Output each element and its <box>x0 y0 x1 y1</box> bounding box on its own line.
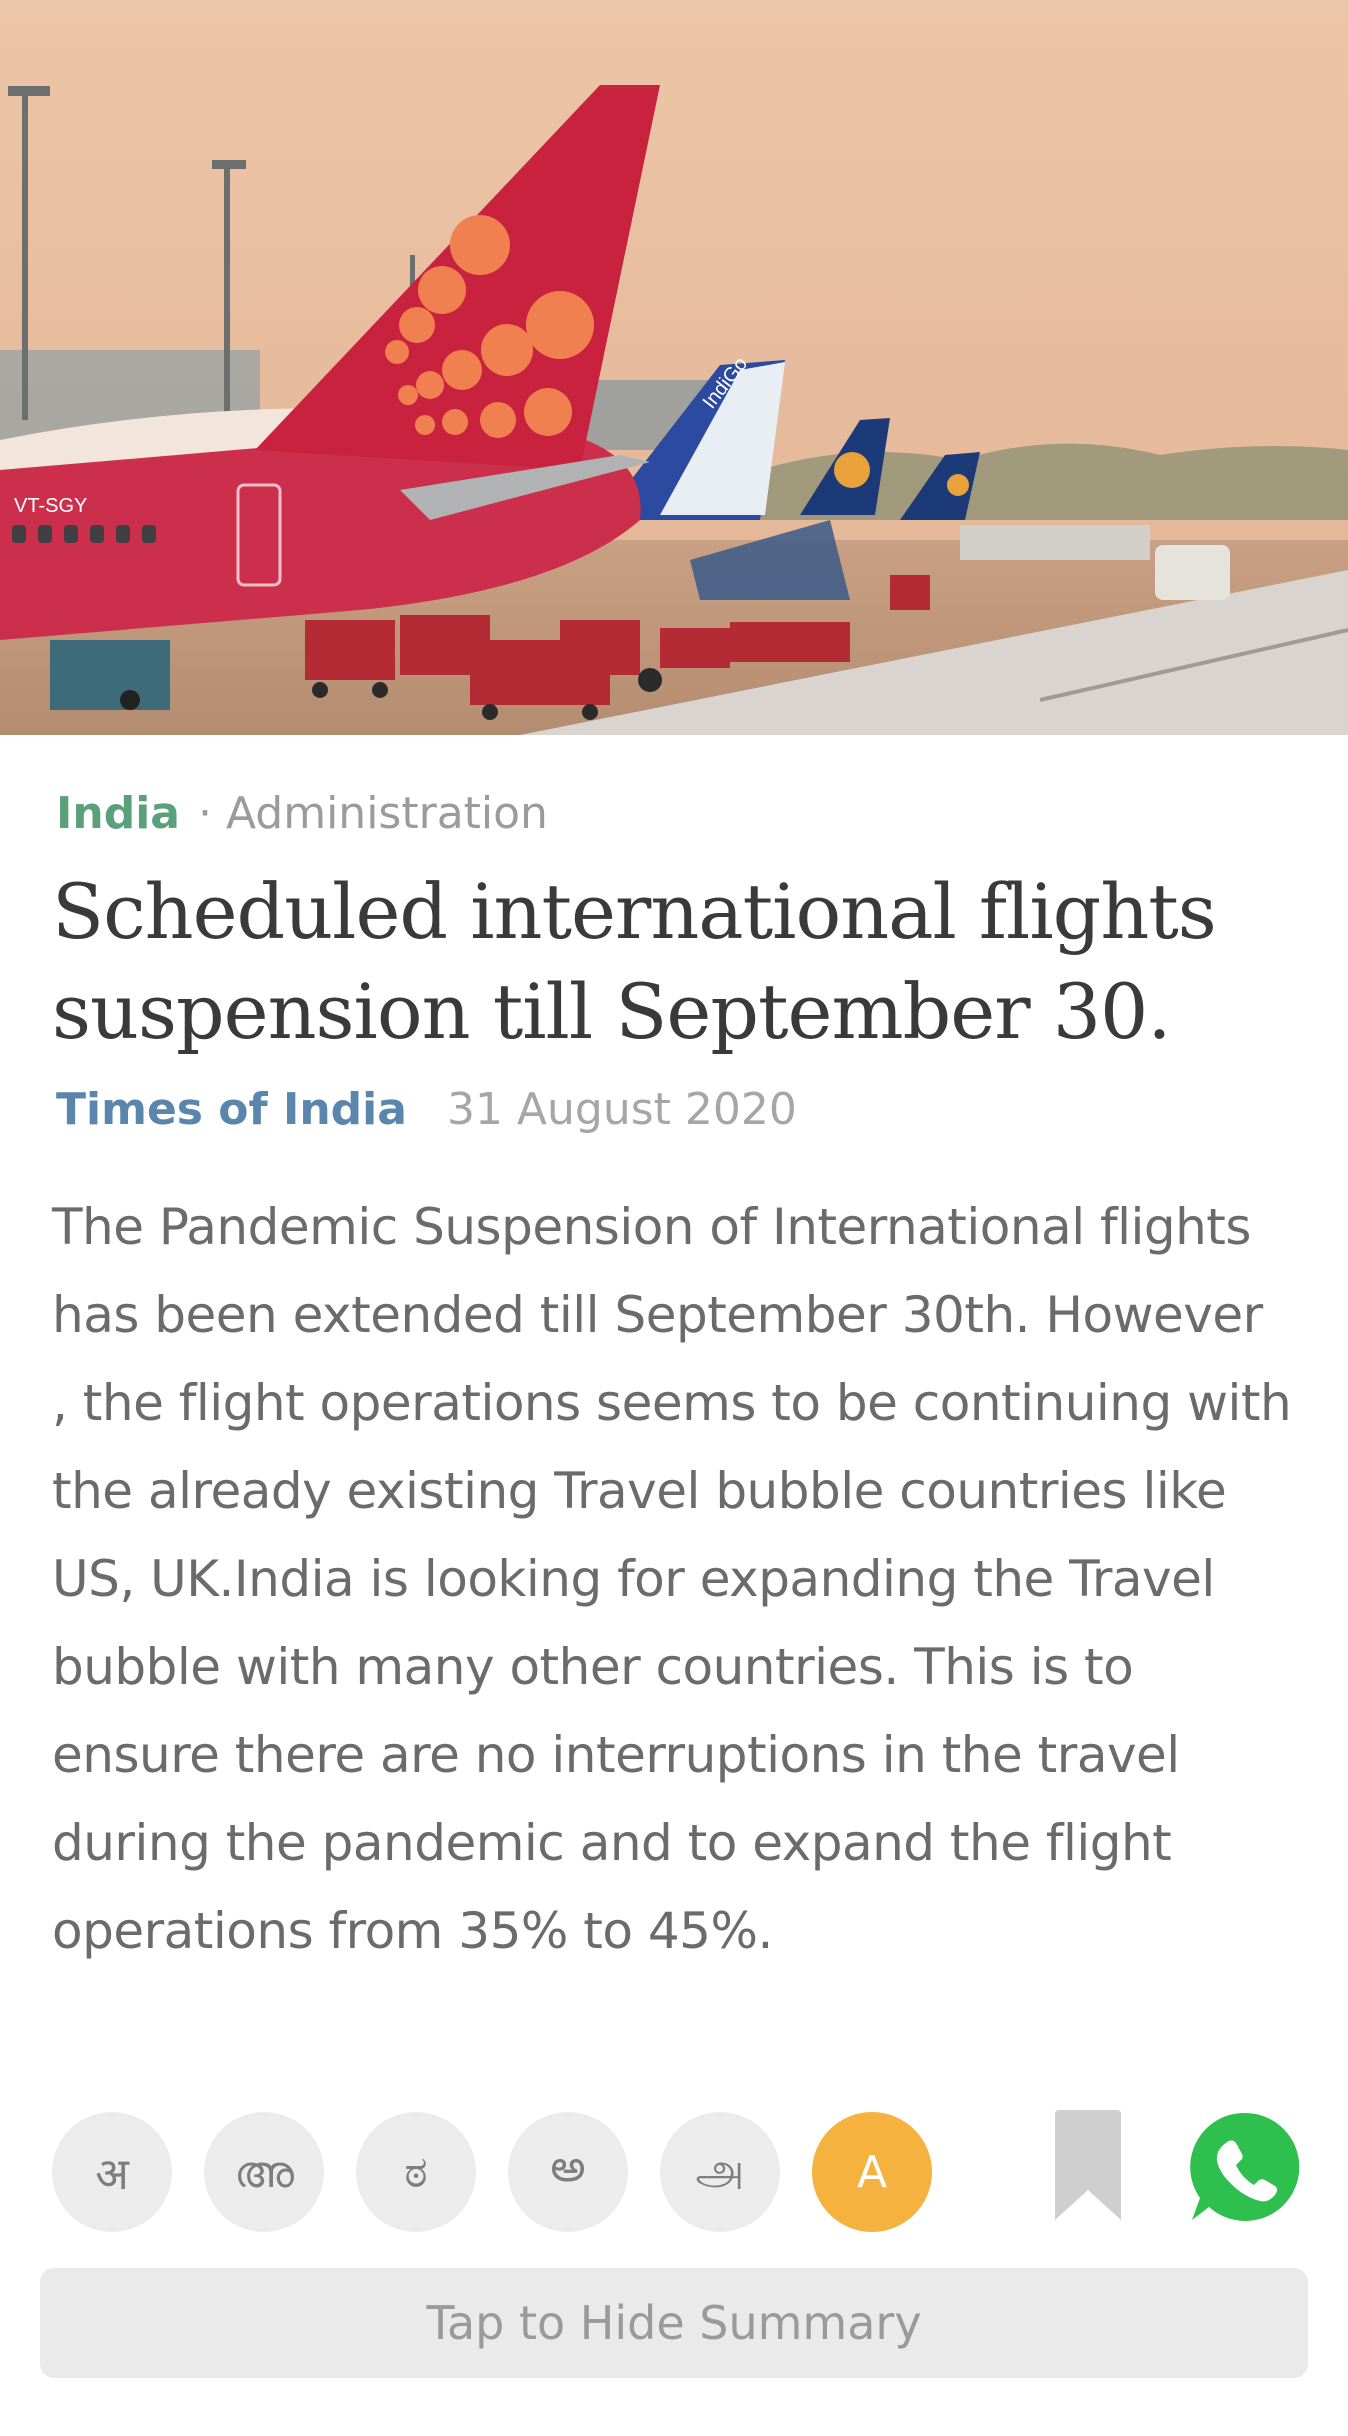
airport-tarmac-illustration: VT-SGY IndiGo <box>0 0 1348 735</box>
category-label[interactable]: India <box>56 788 180 839</box>
whatsapp-icon <box>1190 2112 1300 2221</box>
language-tamil-button[interactable]: அ <box>660 2112 780 2232</box>
subcategory-label[interactable]: Administration <box>226 788 548 839</box>
article-headline: Scheduled international flights suspensi… <box>52 867 1217 1056</box>
hero-image: VT-SGY IndiGo <box>0 0 1348 735</box>
bookmark-button[interactable] <box>1055 2110 1121 2220</box>
language-english-button[interactable]: A <box>812 2112 932 2232</box>
language-kannada-button[interactable]: ಠ <box>356 2112 476 2232</box>
language-selector: अ അ ಠ అ அ A <box>52 2112 932 2232</box>
hide-summary-button[interactable]: Tap to Hide Summary <box>40 2268 1308 2378</box>
meta-separator: · <box>197 788 212 839</box>
language-hindi-button[interactable]: अ <box>52 2112 172 2232</box>
language-telugu-button[interactable]: అ <box>508 2112 628 2232</box>
source-link[interactable]: Times of India <box>56 1084 407 1135</box>
article-meta: India · Administration <box>56 786 548 842</box>
whatsapp-share-button[interactable] <box>1188 2110 1302 2224</box>
bookmark-icon <box>1055 2110 1121 2220</box>
language-malayalam-button[interactable]: അ <box>204 2112 324 2232</box>
article-summary: The Pandemic Suspension of International… <box>52 1198 1292 1960</box>
publish-date: 31 August 2020 <box>446 1084 797 1135</box>
registration-text: VT-SGY <box>14 495 87 517</box>
source-row: Times of India 31 August 2020 <box>56 1082 797 1138</box>
